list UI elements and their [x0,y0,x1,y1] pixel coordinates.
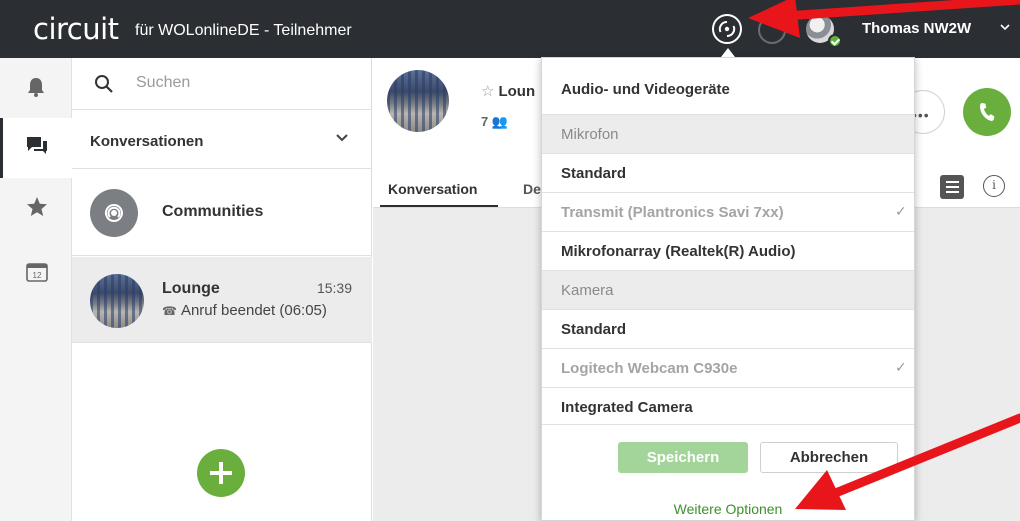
mic-option-standard[interactable]: Standard [542,153,914,192]
conversation-list-panel: Konversationen Communities Lounge 15:39 … [72,58,372,521]
conversation-time: 15:39 [316,280,352,296]
tab-details[interactable]: De [523,181,541,197]
search-icon [95,75,113,93]
app-logo: circuit [33,12,119,46]
list-item-lounge[interactable]: Lounge 15:39 ☎ Anruf beendet (06:05) [72,257,372,343]
conversation-last-activity: ☎ Anruf beendet (06:05) [162,302,327,319]
help-button[interactable] [758,16,786,44]
rail-item-notifications[interactable] [0,58,72,118]
checkmark-icon: ✓ [895,359,907,375]
menu-divider [542,424,914,425]
mic-option-transmit[interactable]: Transmit (Plantronics Savi 7xx) ✓ [542,192,914,231]
participants-icon: 👥 [491,114,509,129]
call-ended-icon: ☎ [162,304,177,318]
checkmark-icon: ✓ [895,203,907,219]
presence-available-icon [828,34,842,48]
list-item-communities[interactable]: Communities [72,170,372,256]
user-menu-chevron-icon[interactable] [1000,20,1010,34]
search-bar [72,58,372,110]
navigation-rail: 12 [0,58,72,521]
top-bar: circuit für WOLonlineDE - Teilnehmer Tho… [0,0,1020,58]
svg-text:12: 12 [33,271,42,280]
rail-item-calendar[interactable]: 12 [0,244,72,304]
favorite-star-icon[interactable]: ☆ [481,83,494,100]
menu-header: Audio- und Videogeräte [561,81,730,98]
dropdown-pointer [721,48,735,57]
last-activity-text: Anruf beendet (06:05) [180,302,327,319]
start-call-button[interactable] [963,88,1011,136]
cancel-button[interactable]: Abbrechen [760,442,898,473]
calendar-icon: 12 [26,263,48,282]
camera-option-logitech[interactable]: Logitech Webcam C930e ✓ [542,348,914,387]
search-input[interactable] [136,70,356,96]
conversation-title: Communities [162,203,264,220]
camera-option-integrated[interactable]: Integrated Camera [542,387,914,426]
audio-video-settings-button[interactable] [712,14,742,44]
camera-option-standard[interactable]: Standard [542,309,914,348]
rail-item-conversations[interactable] [0,118,72,178]
conversation-filter[interactable]: Konversationen [72,111,372,169]
filter-label: Konversationen [90,133,204,150]
add-conversation-button[interactable] [197,449,245,497]
more-options-link[interactable]: Weitere Optionen [542,501,914,517]
participants-count[interactable]: 7 👥 [481,114,508,130]
star-icon [27,197,47,216]
communities-icon [90,189,138,237]
section-kamera: Kamera [542,270,914,309]
audio-video-settings-icon [718,20,736,38]
tenant-name: für WOLonlineDE - Teilnehmer [135,22,352,39]
section-mikrofon: Mikrofon [542,114,914,153]
mic-option-realtek[interactable]: Mikrofonarray (Realtek(R) Audio) [542,231,914,270]
tab-konversation[interactable]: Konversation [379,181,499,207]
info-icon[interactable]: i [983,175,1005,197]
save-button[interactable]: Speichern [618,442,748,473]
conversation-header-title: ☆ Loun [481,83,536,100]
chat-icon [27,137,47,154]
chevron-down-icon [336,134,348,142]
user-name[interactable]: Thomas NW2W [862,19,971,39]
conversation-title: Lounge [162,280,220,297]
phone-icon [980,103,995,121]
lounge-avatar [90,274,144,328]
list-view-icon[interactable] [940,175,964,199]
conversation-avatar [387,70,449,132]
audio-video-devices-menu: Audio- und Videogeräte Mikrofon Standard… [541,57,915,521]
rail-item-favorites[interactable] [0,178,72,238]
bell-icon [28,78,44,97]
